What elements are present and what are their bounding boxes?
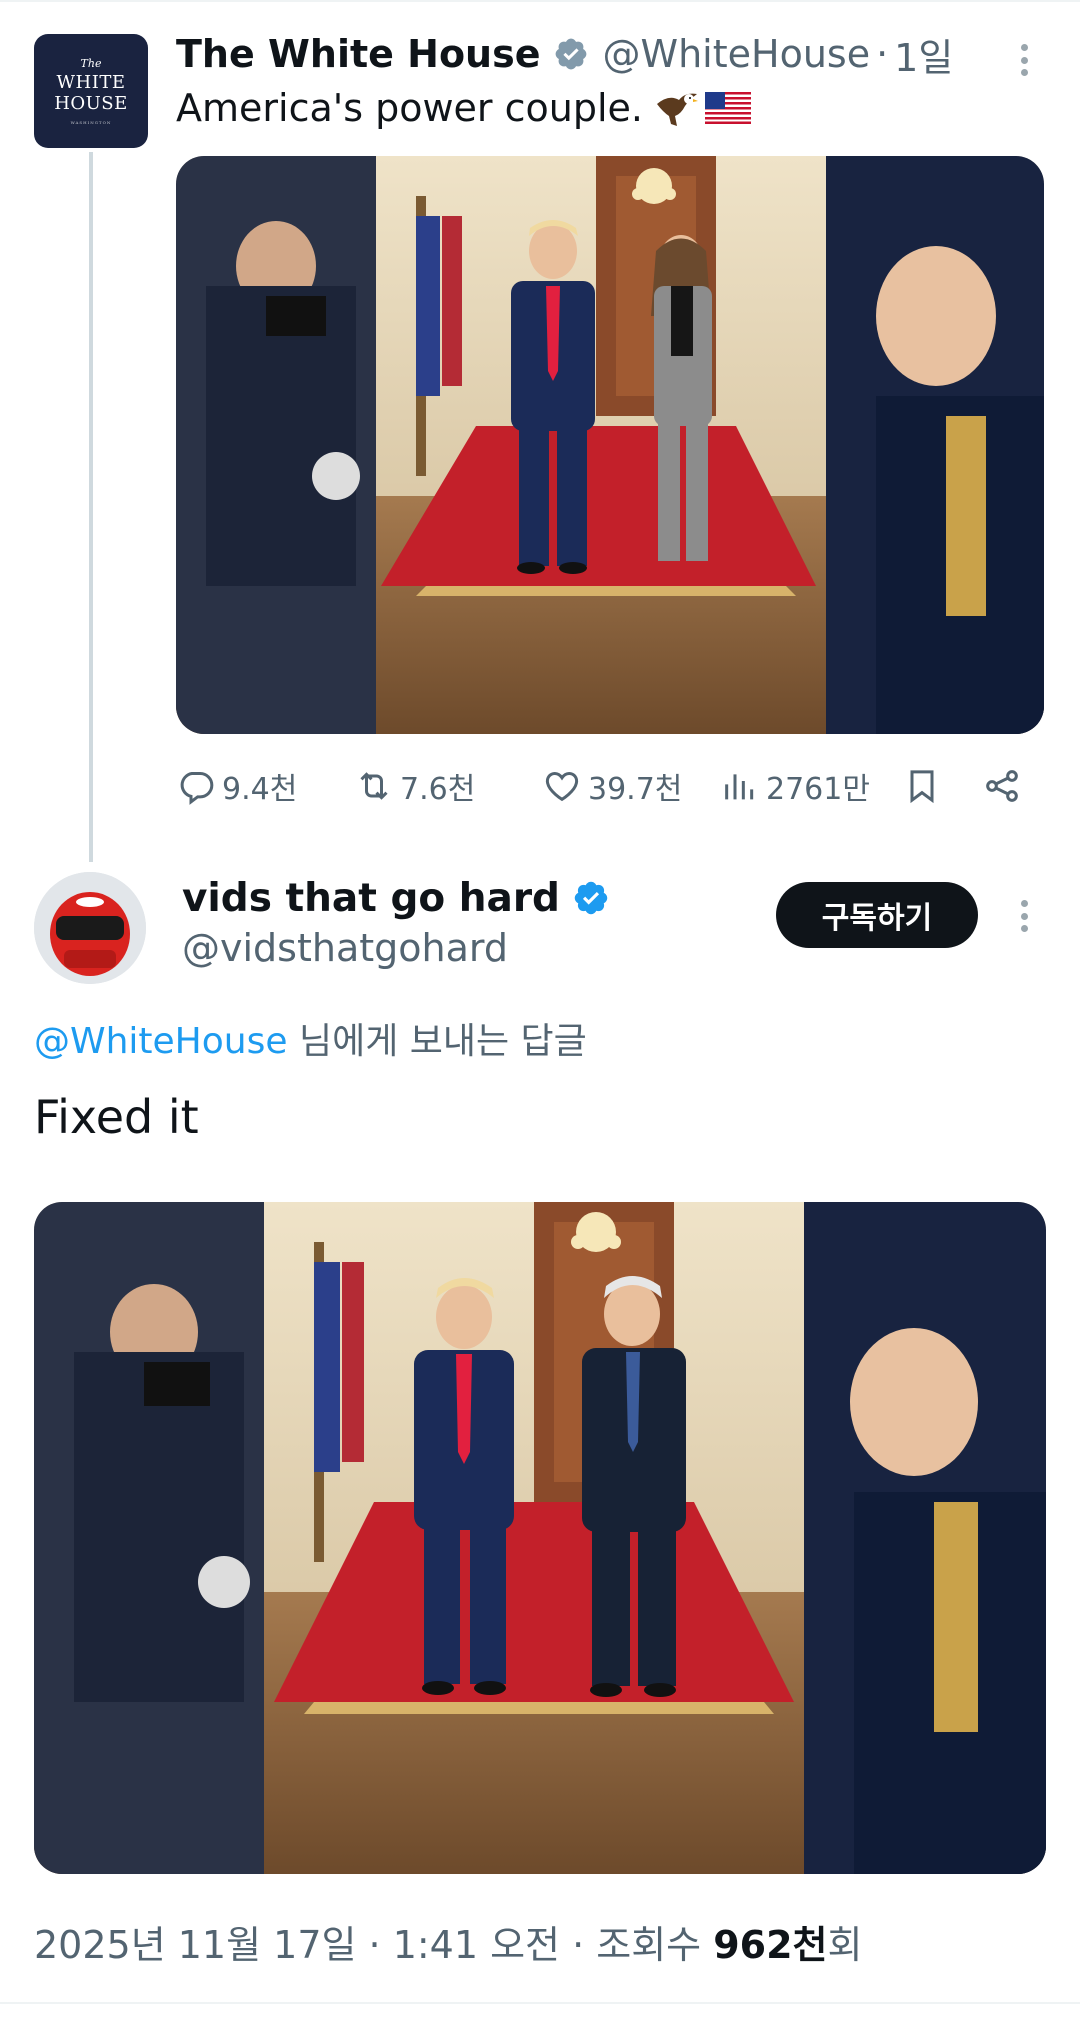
reply-icon: [180, 772, 214, 805]
replying-to-mention-link[interactable]: @WhiteHouse: [34, 1021, 288, 1062]
parent-tweet-text-row: America's power couple.: [176, 86, 751, 130]
avatar-text-washington: WASHINGTON: [70, 119, 112, 125]
verified-blue-badge-icon: [574, 881, 608, 915]
verified-gray-badge-icon: [555, 38, 586, 70]
heart-icon: [545, 771, 579, 802]
subscribe-button[interactable]: 구독하기: [776, 882, 978, 948]
parent-tweet-time[interactable]: 1일: [894, 27, 953, 82]
repost-icon: [360, 772, 388, 800]
separator-dot: ·: [876, 32, 889, 76]
reply-author-name[interactable]: vids that go hard: [182, 876, 560, 921]
thread-connector-line: [89, 152, 93, 862]
repost-action[interactable]: 7.6천: [354, 762, 475, 810]
reply-author-row: vids that go hard: [182, 872, 610, 924]
parent-tweet-action-bar: 9.4천 7.6천 39.7천 2761만: [176, 762, 1036, 810]
analytics-bars-icon: [725, 774, 754, 800]
parent-author-handle[interactable]: @WhiteHouse: [603, 32, 871, 76]
avatar-text-the: The: [80, 56, 102, 70]
parent-tweet-header: The White House @WhiteHouse · 1일: [176, 30, 953, 80]
parent-more-options-icon[interactable]: [1008, 36, 1040, 84]
eagle-icon: [656, 93, 698, 126]
east-room-photo-trump-clinton: [34, 1202, 1046, 1874]
parent-tweet-text: America's power couple.: [176, 86, 643, 130]
reply-action[interactable]: 9.4천: [176, 762, 297, 810]
reply-more-options-icon[interactable]: [1008, 892, 1040, 940]
like-action[interactable]: 39.7천: [542, 762, 682, 810]
bottom-divider: [0, 2002, 1080, 2004]
us-flag-icon: [704, 92, 751, 124]
parent-author-name[interactable]: The White House: [176, 32, 541, 76]
reply-tweet-text: Fixed it: [34, 1090, 199, 1144]
parent-tweet-photo[interactable]: [176, 156, 1044, 734]
reply-views-value: 962천: [713, 1923, 828, 1967]
reply-author-handle[interactable]: @vidsthatgohard: [182, 926, 508, 970]
like-count: 39.7천: [588, 772, 683, 807]
reply-timestamp[interactable]: 2025년 11월 17일 · 1:41 오전 · 조회수: [34, 1923, 713, 1967]
bookmark-action[interactable]: [902, 762, 948, 810]
reply-count: 9.4천: [222, 772, 298, 807]
avatar-text-house: HOUSE: [54, 92, 128, 114]
east-room-photo-trump-melania: [176, 156, 1044, 734]
avatar-text-white: WHITE: [56, 71, 126, 93]
whitehouse-avatar[interactable]: The WHITE HOUSE WASHINGTON: [34, 34, 148, 148]
views-action[interactable]: 2761만: [720, 762, 870, 810]
reply-timestamp-and-views: 2025년 11월 17일 · 1:41 오전 · 조회수 962천회: [34, 1914, 863, 1969]
repost-count: 7.6천: [400, 772, 476, 807]
share-icon: [986, 770, 1018, 802]
replying-to-suffix: 님에게 보내는 답글: [298, 1021, 587, 1062]
replying-to-line: @WhiteHouse 님에게 보내는 답글: [34, 1012, 587, 1064]
views-count: 2761만: [766, 772, 870, 807]
bookmark-icon: [910, 770, 934, 804]
reply-tweet-photo[interactable]: [34, 1202, 1046, 1874]
helmet-avatar-image: [34, 872, 146, 984]
top-divider: [0, 0, 1080, 6]
vidsthatgohard-avatar[interactable]: [34, 872, 146, 984]
reply-views-suffix: 회: [827, 1923, 863, 1967]
share-action[interactable]: [982, 762, 1028, 810]
